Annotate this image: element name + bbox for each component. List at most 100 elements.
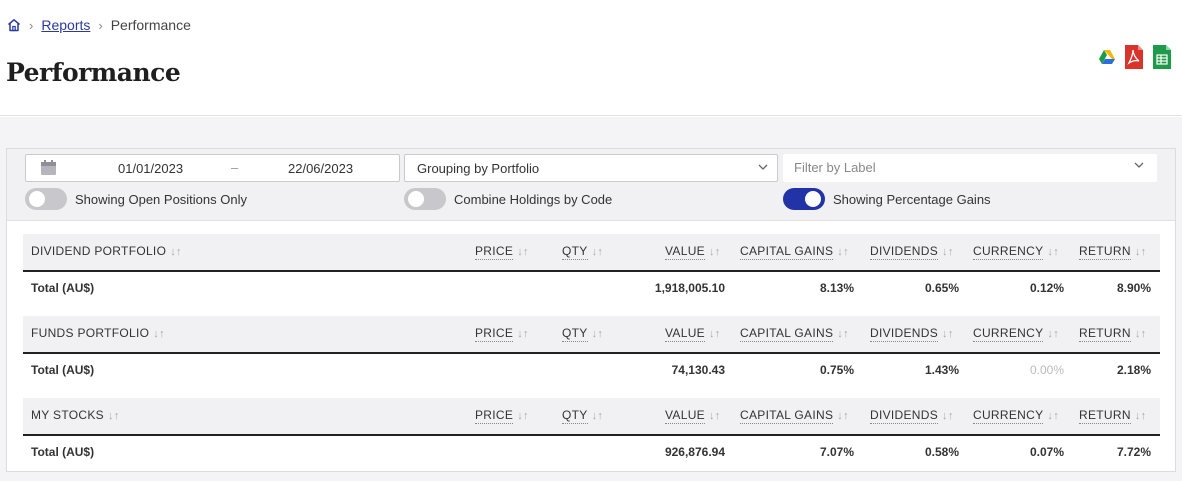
total-return: 2.18% [1116, 363, 1151, 377]
combine-holdings-toggle[interactable]: Combine Holdings by Code [404, 188, 612, 210]
total-capital-gains: 7.07% [819, 445, 854, 459]
total-label: Total (AU$) [31, 445, 95, 459]
page-title: Performance [6, 58, 181, 87]
value-header[interactable]: VALUE ↓↑ [665, 326, 721, 342]
date-from[interactable]: 01/01/2023 [118, 161, 183, 176]
percentage-gains-toggle[interactable]: Showing Percentage Gains [783, 188, 991, 210]
pdf-icon[interactable] [1124, 44, 1144, 75]
breadcrumb: › Reports › Performance [7, 17, 191, 33]
home-icon[interactable] [7, 18, 21, 32]
sort-icon: ↓↑ [837, 246, 849, 258]
breadcrumb-separator-icon: › [98, 17, 103, 33]
currency-header[interactable]: CURRENCY ↓↑ [973, 244, 1060, 260]
sort-icon: ↓↑ [1134, 246, 1147, 258]
total-value: 74,130.43 [671, 363, 725, 377]
total-label: Total (AU$) [31, 281, 95, 295]
total-capital-gains: 8.13% [819, 281, 854, 295]
chevron-down-icon [757, 161, 769, 173]
qty-header[interactable]: QTY ↓↑ [562, 326, 603, 342]
qty-header[interactable]: QTY ↓↑ [562, 408, 604, 424]
qty-header[interactable]: QTY ↓↑ [562, 244, 604, 260]
sort-icon: ↓↑ [942, 246, 954, 258]
value-header[interactable]: VALUE ↓↑ [665, 244, 721, 260]
open-positions-toggle[interactable]: Showing Open Positions Only [25, 188, 247, 210]
date-separator: – [231, 160, 239, 175]
sort-icon: ↓↑ [942, 328, 954, 340]
portfolio-section: FUNDS PORTFOLIO ↓↑ PRICE ↓↑ QTY ↓↑ VALUE ↓↑ … [23, 316, 1160, 398]
dividends-header[interactable]: DIVIDENDS ↓↑ [870, 326, 954, 342]
sort-icon: ↓↑ [708, 328, 721, 340]
open-positions-switch[interactable] [25, 188, 67, 210]
table-row: Total (AU$) 926,876.94 7.07% 0.58% 0.07%… [23, 436, 1160, 480]
sort-icon: ↓↑ [837, 328, 849, 340]
percentage-gains-switch[interactable] [783, 188, 825, 210]
portfolio-tables: DIVIDEND PORTFOLIO ↓↑ PRICE ↓↑ QTY ↓↑ VALUE… [23, 234, 1160, 480]
sort-icon: ↓↑ [170, 246, 182, 258]
sort-icon: ↓↑ [942, 410, 954, 422]
main-content: 01/01/2023 – 22/06/2023 Grouping by Port… [0, 117, 1182, 481]
combine-holdings-label: Combine Holdings by Code [454, 191, 613, 207]
total-dividends: 1.43% [924, 363, 959, 377]
return-header[interactable]: RETURN ↓↑ [1079, 244, 1147, 260]
date-range-picker[interactable]: 01/01/2023 – 22/06/2023 [25, 154, 400, 182]
total-currency: 0.00% [1029, 363, 1064, 377]
sort-icon: ↓↑ [708, 410, 721, 422]
capital-gains-header[interactable]: CAPITAL GAINS ↓↑ [740, 408, 849, 424]
chevron-down-icon [1133, 159, 1145, 171]
value-header[interactable]: VALUE ↓↑ [665, 408, 721, 424]
sort-icon: ↓↑ [837, 410, 849, 422]
total-currency: 0.12% [1029, 281, 1064, 295]
portfolio-section: MY STOCKS ↓↑ PRICE ↓↑ QTY ↓↑ VALUE ↓↑ CAPITA… [23, 398, 1160, 480]
portfolio-name-header[interactable]: DIVIDEND PORTFOLIO ↓↑ [31, 244, 182, 258]
portfolio-name-header[interactable]: MY STOCKS ↓↑ [31, 408, 120, 422]
return-header[interactable]: RETURN ↓↑ [1079, 326, 1147, 342]
label-filter-placeholder: Filter by Label [794, 160, 876, 175]
total-dividends: 0.65% [924, 281, 959, 295]
table-row: Total (AU$) 74,130.43 0.75% 1.43% 0.00% … [23, 354, 1160, 398]
dividends-header[interactable]: DIVIDENDS ↓↑ [870, 408, 954, 424]
price-header[interactable]: PRICE ↓↑ [475, 244, 529, 260]
total-currency: 0.07% [1029, 445, 1064, 459]
sort-icon: ↓↑ [1047, 410, 1060, 422]
date-to[interactable]: 22/06/2023 [288, 161, 353, 176]
capital-gains-header[interactable]: CAPITAL GAINS ↓↑ [740, 326, 849, 342]
table-header: FUNDS PORTFOLIO ↓↑ PRICE ↓↑ QTY ↓↑ VALUE ↓↑ … [23, 316, 1160, 354]
sort-icon: ↓↑ [1047, 246, 1060, 258]
performance-panel: 01/01/2023 – 22/06/2023 Grouping by Port… [6, 148, 1176, 472]
filters-bar: 01/01/2023 – 22/06/2023 Grouping by Port… [7, 149, 1175, 221]
sort-icon: ↓↑ [591, 246, 604, 258]
currency-header[interactable]: CURRENCY ↓↑ [973, 326, 1059, 342]
breadcrumb-current: Performance [110, 17, 191, 33]
total-dividends: 0.58% [924, 445, 959, 459]
total-label: Total (AU$) [31, 363, 95, 377]
dividends-header[interactable]: DIVIDENDS ↓↑ [870, 244, 954, 260]
spreadsheet-icon[interactable] [1152, 44, 1172, 75]
capital-gains-header[interactable]: CAPITAL GAINS ↓↑ [740, 244, 849, 260]
grouping-value: Grouping by Portfolio [417, 161, 540, 176]
total-return: 7.72% [1116, 445, 1151, 459]
currency-header[interactable]: CURRENCY ↓↑ [973, 408, 1060, 424]
sort-icon: ↓↑ [517, 328, 529, 340]
portfolio-name-header[interactable]: FUNDS PORTFOLIO ↓↑ [31, 326, 165, 340]
sort-icon: ↓↑ [517, 410, 529, 422]
sort-icon: ↓↑ [1134, 328, 1147, 340]
sort-icon: ↓↑ [591, 410, 604, 422]
calendar-icon [40, 160, 57, 176]
sort-icon: ↓↑ [517, 246, 529, 258]
combine-holdings-switch[interactable] [404, 188, 446, 210]
sort-icon: ↓↑ [107, 410, 120, 422]
portfolio-section: DIVIDEND PORTFOLIO ↓↑ PRICE ↓↑ QTY ↓↑ VALUE… [23, 234, 1160, 316]
price-header[interactable]: PRICE ↓↑ [475, 408, 529, 424]
label-filter-select[interactable]: Filter by Label [783, 154, 1157, 182]
return-header[interactable]: RETURN ↓↑ [1079, 408, 1146, 424]
total-capital-gains: 0.75% [819, 363, 854, 377]
google-drive-icon[interactable] [1098, 49, 1116, 70]
breadcrumb-reports-link[interactable]: Reports [41, 17, 90, 33]
sort-icon: ↓↑ [708, 246, 721, 258]
grouping-select[interactable]: Grouping by Portfolio [404, 154, 778, 182]
table-header: MY STOCKS ↓↑ PRICE ↓↑ QTY ↓↑ VALUE ↓↑ CAPITA… [23, 398, 1160, 436]
total-value: 926,876.94 [664, 445, 725, 459]
total-value: 1,918,005.10 [654, 281, 725, 295]
export-icons [1098, 44, 1172, 75]
price-header[interactable]: PRICE ↓↑ [475, 326, 529, 342]
